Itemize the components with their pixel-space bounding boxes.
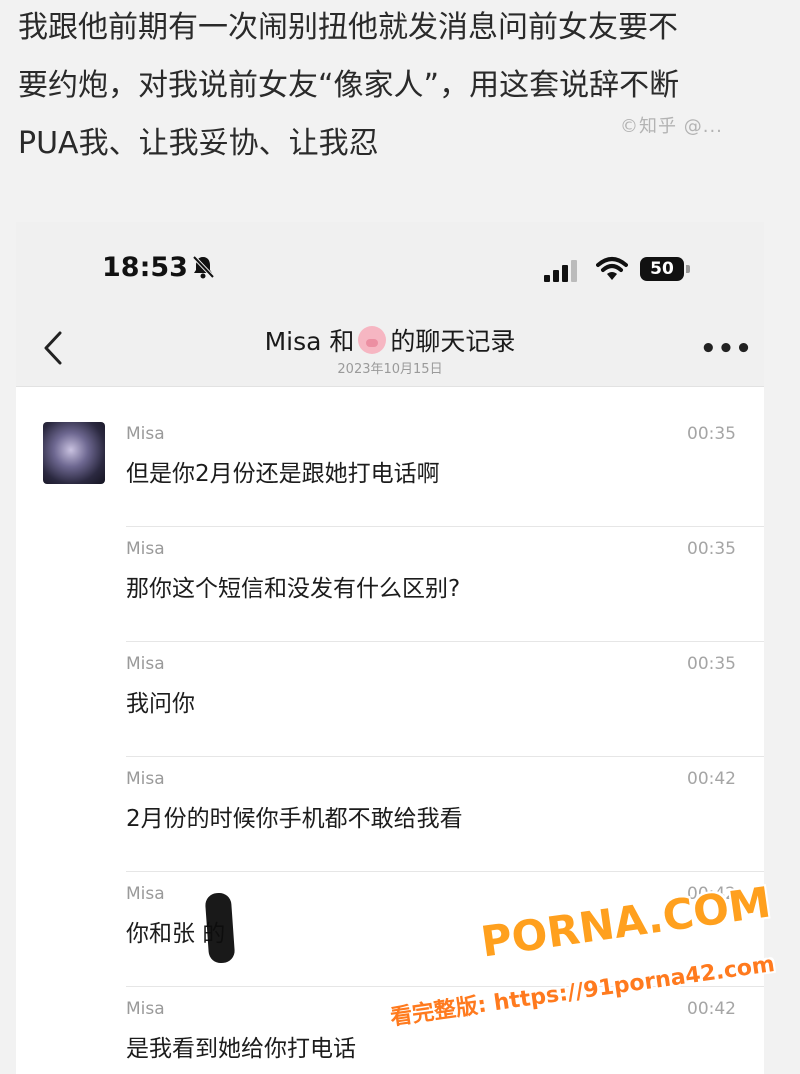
message-time: 00:35	[687, 424, 736, 444]
caption-watermark: ©知乎 @...	[620, 116, 723, 137]
pig-face-icon	[358, 326, 387, 354]
chat-title-prefix: Misa 和	[264, 327, 355, 356]
message-sender: Misa	[126, 424, 165, 444]
chat-title: Misa 和 的聊天记录	[16, 322, 764, 358]
message-sender: Misa	[126, 884, 165, 904]
chat-history-screenshot: 18:53 50 Misa 和的聊天记录 2023年10月15日 ••• Mis…	[16, 222, 764, 1074]
chat-message: Misa 00:35 但是你2月份还是跟她打电话啊	[16, 412, 764, 527]
chat-message: Misa 00:35 那你这个短信和没发有什么区别?	[16, 527, 764, 642]
chat-title-suffix: 的聊天记录	[390, 327, 516, 356]
message-text: 我问你	[126, 691, 195, 717]
caption-line: 我跟他前期有一次闹别扭他就发消息问前女友要不	[18, 10, 678, 45]
more-options-button[interactable]: •••	[700, 334, 752, 364]
message-text: 但是你2月份还是跟她打电话啊	[126, 461, 440, 487]
redaction-mark	[204, 892, 236, 964]
message-time: 00:42	[687, 769, 736, 789]
status-bar: 18:53 50	[16, 222, 764, 312]
message-text: 是我看到她给你打电话	[126, 1036, 356, 1062]
chat-message: Misa 00:35 我问你	[16, 642, 764, 757]
wifi-icon	[596, 257, 628, 280]
message-time: 00:35	[687, 654, 736, 674]
chat-message: Misa 00:42 2月份的时候你手机都不敢给我看	[16, 757, 764, 872]
message-sender: Misa	[126, 769, 165, 789]
status-time: 18:53	[102, 252, 188, 283]
message-time: 00:35	[687, 539, 736, 559]
message-text: 2月份的时候你手机都不敢给我看	[126, 806, 463, 832]
message-sender: Misa	[126, 654, 165, 674]
chat-date: 2023年10月15日	[337, 362, 443, 377]
post-caption: 我跟他前期有一次闹别扭他就发消息问前女友要不 要约炮，对我说前女友“像家人”，用…	[18, 0, 788, 174]
battery-level: 50	[640, 257, 684, 281]
battery-icon: 50	[640, 257, 692, 281]
message-time: 00:42	[687, 999, 736, 1019]
caption-line: 要约炮，对我说前女友“像家人”，用这套说辞不断	[18, 68, 680, 103]
cellular-signal-icon	[544, 260, 577, 282]
message-sender: Misa	[126, 539, 165, 559]
message-sender: Misa	[126, 999, 165, 1019]
nav-bar: Misa 和 的聊天记录 2023年10月15日 •••	[16, 312, 764, 387]
message-text: 那你这个短信和没发有什么区别?	[126, 576, 461, 602]
bell-slash-icon	[192, 255, 214, 279]
